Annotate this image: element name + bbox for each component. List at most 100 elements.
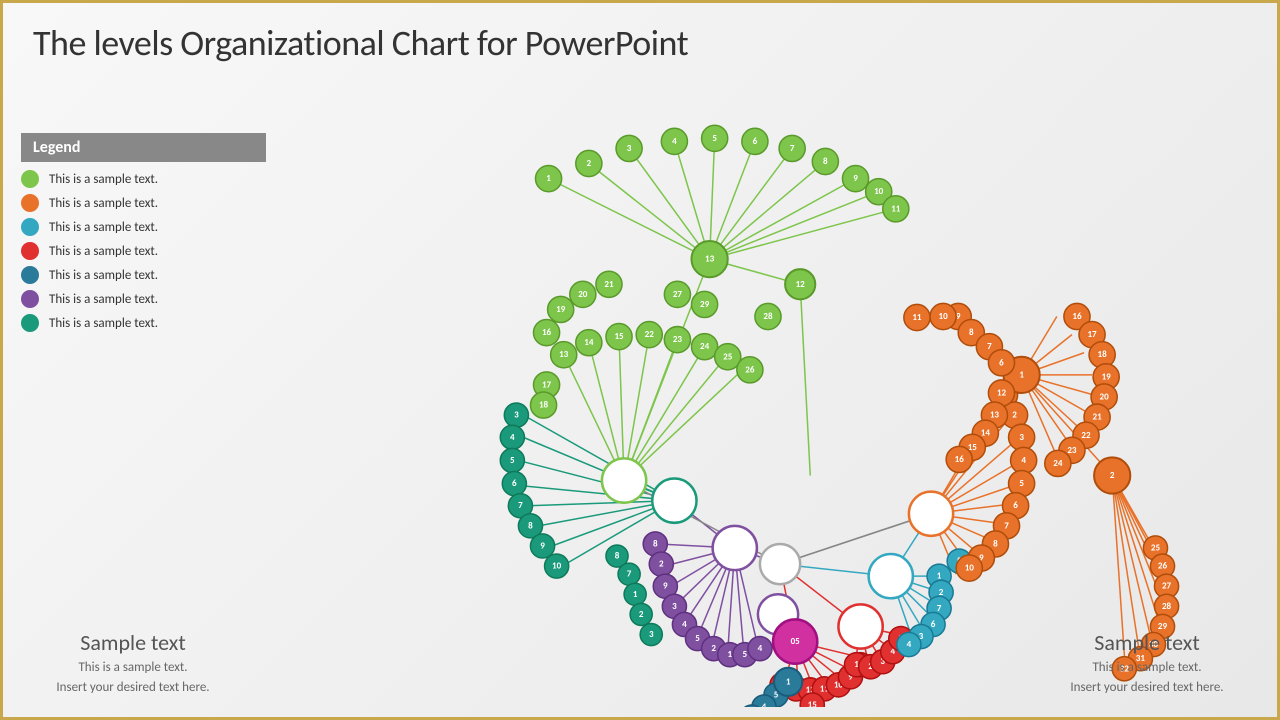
svg-text:20: 20 (1100, 392, 1110, 403)
svg-text:05: 05 (791, 636, 801, 647)
svg-text:22: 22 (645, 329, 655, 340)
svg-text:04: 04 (856, 621, 866, 632)
sample-heading-left: Sample text (33, 629, 233, 656)
svg-text:4: 4 (510, 432, 515, 443)
svg-text:21: 21 (1093, 412, 1103, 423)
svg-text:23: 23 (673, 334, 683, 345)
legend-item-4: This is a sample text. (21, 242, 266, 260)
svg-text:26: 26 (1158, 561, 1168, 572)
svg-text:4: 4 (907, 639, 912, 650)
legend-item-3: This is a sample text. (21, 218, 266, 236)
svg-text:1: 1 (786, 676, 791, 687)
svg-text:9: 9 (853, 173, 858, 184)
svg-text:11: 11 (891, 203, 901, 214)
svg-text:6: 6 (753, 136, 758, 147)
svg-text:16: 16 (1072, 311, 1082, 322)
svg-text:01: 01 (619, 475, 629, 486)
svg-text:17: 17 (542, 379, 552, 390)
svg-text:2: 2 (639, 609, 644, 620)
legend-item-7: This is a sample text. (21, 314, 266, 332)
svg-text:4: 4 (758, 643, 763, 654)
svg-text:18: 18 (539, 400, 549, 411)
svg-text:3: 3 (627, 143, 632, 154)
svg-text:13: 13 (705, 254, 715, 265)
svg-text:5: 5 (695, 633, 700, 644)
svg-text:3: 3 (672, 601, 677, 612)
svg-text:20: 20 (578, 289, 588, 300)
svg-text:3: 3 (649, 629, 654, 640)
legend-dot-green (21, 170, 39, 188)
legend-label-5: This is a sample text. (49, 268, 158, 283)
svg-text:4: 4 (682, 619, 687, 630)
legend-dot-blue (21, 218, 39, 236)
svg-text:8: 8 (969, 327, 974, 338)
svg-text:5: 5 (1019, 478, 1024, 489)
svg-text:15: 15 (614, 331, 624, 342)
svg-text:10: 10 (874, 186, 884, 197)
svg-text:4: 4 (672, 136, 677, 147)
svg-text:28: 28 (763, 311, 773, 322)
svg-text:4: 4 (1021, 455, 1026, 466)
svg-text:2: 2 (711, 643, 716, 654)
svg-text:5: 5 (743, 649, 748, 660)
svg-text:5: 5 (510, 455, 515, 466)
legend-dot-purple (21, 290, 39, 308)
svg-text:28: 28 (1162, 601, 1172, 612)
page-title: The levels Organizational Chart for Powe… (33, 21, 1247, 65)
sample-sub-right: This is a sample text. Insert your desir… (1037, 658, 1257, 697)
svg-text:25: 25 (1151, 542, 1161, 553)
svg-text:8: 8 (653, 538, 658, 549)
svg-text:7: 7 (987, 341, 992, 352)
legend-label-7: This is a sample text. (49, 316, 158, 331)
svg-text:2: 2 (587, 158, 592, 169)
svg-text:02: 02 (926, 508, 936, 519)
legend-item-6: This is a sample text. (21, 290, 266, 308)
svg-text:23: 23 (1067, 445, 1077, 456)
svg-text:7: 7 (627, 569, 632, 580)
svg-text:8: 8 (823, 156, 828, 167)
svg-text:2: 2 (1110, 470, 1115, 481)
svg-text:10: 10 (939, 311, 949, 322)
svg-text:7: 7 (790, 143, 795, 154)
svg-text:19: 19 (556, 304, 566, 315)
svg-text:4: 4 (762, 702, 767, 708)
svg-text:8: 8 (528, 520, 533, 531)
svg-text:16: 16 (542, 327, 552, 338)
svg-text:13: 13 (559, 349, 569, 360)
svg-text:12: 12 (997, 387, 1007, 398)
legend-dot-red (21, 242, 39, 260)
svg-text:25: 25 (723, 351, 733, 362)
slide: The levels Organizational Chart for Powe… (3, 3, 1277, 717)
legend-header: Legend (21, 133, 266, 162)
svg-text:6: 6 (999, 357, 1004, 368)
svg-text:7: 7 (518, 500, 523, 511)
svg-text:2: 2 (659, 559, 664, 570)
legend-label-2: This is a sample text. (49, 196, 158, 211)
svg-text:6: 6 (512, 478, 517, 489)
legend: Legend This is a sample text. This is a … (21, 133, 266, 338)
legend-dot-teal (21, 266, 39, 284)
legend-item-5: This is a sample text. (21, 266, 266, 284)
svg-text:03: 03 (886, 571, 896, 582)
legend-label-4: This is a sample text. (49, 244, 158, 259)
svg-text:27: 27 (673, 289, 683, 300)
legend-label-3: This is a sample text. (49, 220, 158, 235)
svg-text:27: 27 (1162, 581, 1172, 592)
svg-text:24: 24 (700, 341, 710, 352)
svg-text:06: 06 (773, 609, 783, 620)
legend-dot-dark-teal (21, 314, 39, 332)
svg-text:22: 22 (1081, 430, 1091, 441)
svg-text:9: 9 (663, 581, 668, 592)
svg-text:21: 21 (604, 279, 614, 290)
svg-text:16: 16 (955, 454, 965, 465)
svg-text:7: 7 (1004, 520, 1009, 531)
svg-text:3: 3 (1019, 432, 1024, 443)
svg-text:6: 6 (931, 619, 936, 630)
sample-text-right: Sample text This is a sample text. Inser… (1037, 629, 1257, 697)
legend-label-1: This is a sample text. (49, 172, 158, 187)
sample-sub-left: This is a sample text. Insert your desir… (33, 658, 233, 697)
org-chart-svg: .node-circle { stroke-width: 2.5; } .nod… (273, 83, 1267, 707)
chart-area: .node-circle { stroke-width: 2.5; } .nod… (273, 83, 1267, 707)
svg-text:12: 12 (796, 279, 806, 290)
svg-text:6: 6 (1013, 500, 1018, 511)
